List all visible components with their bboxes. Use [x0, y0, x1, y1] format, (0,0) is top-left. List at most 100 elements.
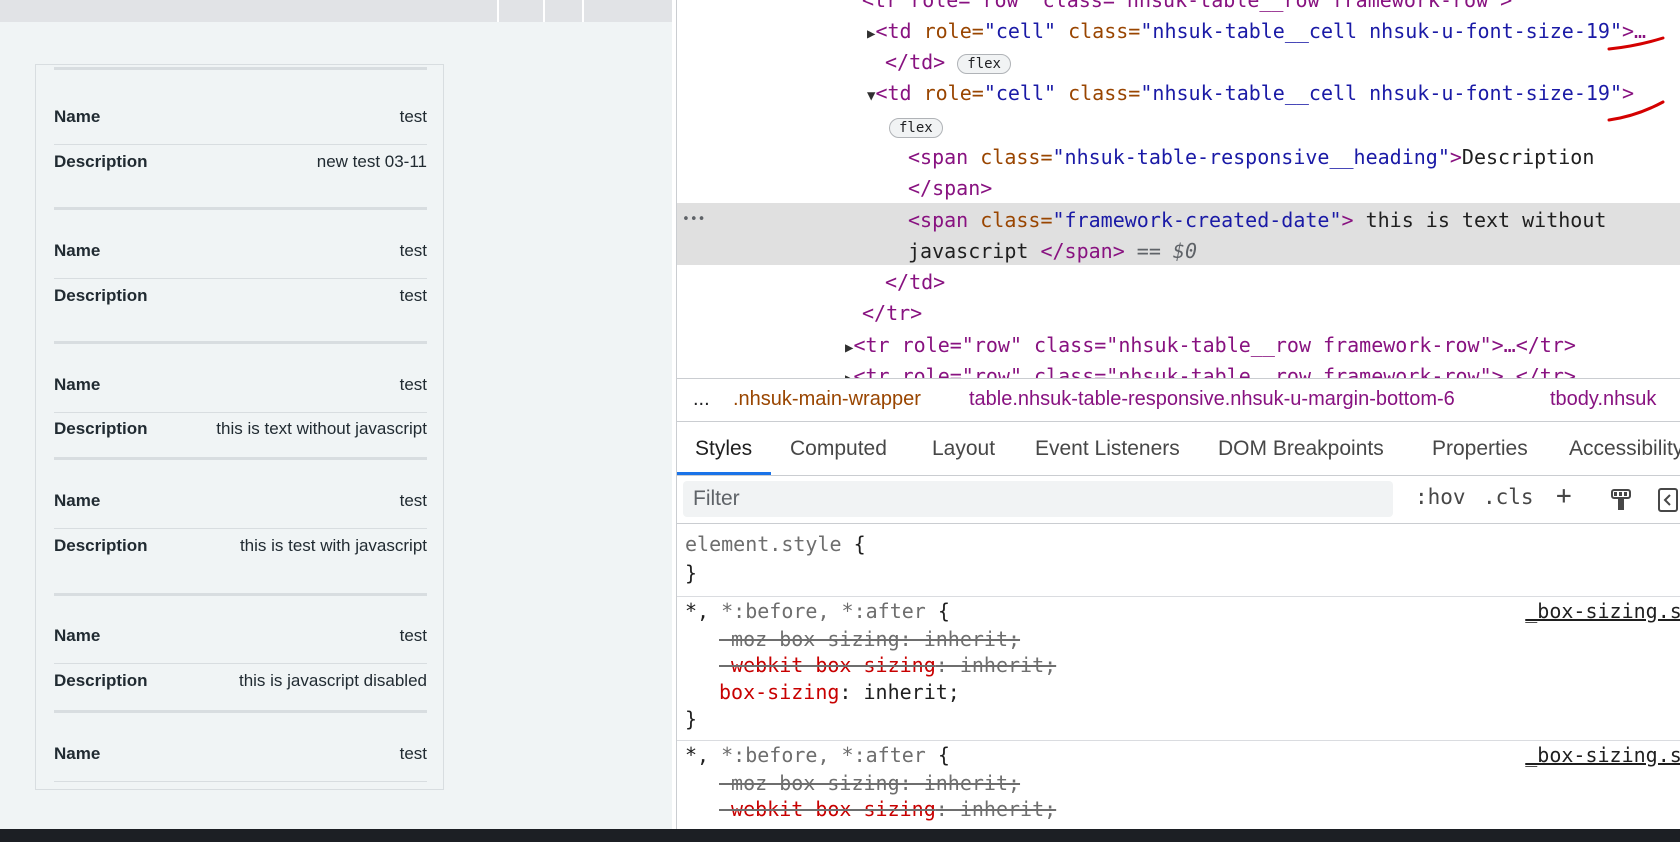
cls-toggle[interactable]: .cls: [1483, 485, 1534, 509]
cell-heading: Name: [54, 744, 101, 763]
dom-node-span-selected-cont[interactable]: javascript </span> == $0: [908, 236, 1197, 266]
breadcrumb-item[interactable]: tbody.nhsuk: [1550, 388, 1656, 411]
cell-divider: [54, 144, 427, 145]
style-declaration[interactable]: box-sizing: inherit;: [719, 679, 960, 706]
divider: [582, 0, 584, 22]
tab-event-listeners[interactable]: Event Listeners: [1035, 437, 1180, 461]
style-declaration[interactable]: -moz-box-sizing: inherit;: [719, 770, 1020, 797]
filter-input[interactable]: [683, 481, 1393, 517]
table-row: Description test: [54, 286, 427, 310]
red-underline-annotation: [1607, 100, 1665, 122]
cell-divider: [54, 278, 427, 279]
cell-heading: Name: [54, 626, 101, 645]
cell-value: new test 03-11: [316, 152, 427, 171]
breadcrumb-more[interactable]: ...: [693, 388, 710, 411]
dom-node-tr-close[interactable]: </tr>: [862, 298, 922, 328]
cell-value: test: [399, 744, 427, 763]
cell-value: this is text without javascript: [216, 419, 427, 438]
table-row: Name test: [54, 744, 427, 768]
tab-properties[interactable]: Properties: [1432, 437, 1528, 461]
cell-divider: [54, 412, 427, 413]
row-separator: [54, 710, 427, 713]
rule-selector[interactable]: element.style {: [685, 531, 866, 558]
dom-node-tr[interactable]: <tr role="row" class="nhsuk-table__row f…: [862, 0, 1512, 15]
red-underline-annotation: [1607, 36, 1665, 51]
dom-node-span-close[interactable]: </span>: [908, 173, 992, 203]
row-separator: [54, 593, 427, 596]
source-link[interactable]: _box-sizing.scss:2: [1525, 742, 1680, 769]
styles-pane-tabs: Styles Computed Layout Event Listeners D…: [677, 422, 1680, 476]
cell-divider: [54, 528, 427, 529]
cell-value: test: [399, 626, 427, 645]
toggle-sidebar-icon[interactable]: [1657, 487, 1679, 513]
breadcrumb: ... .nhsuk-main-wrapper table.nhsuk-tabl…: [677, 378, 1680, 422]
dom-node-td-collapsed[interactable]: ▶<td role="cell" class="nhsuk-table__cel…: [867, 16, 1646, 46]
tab-layout[interactable]: Layout: [932, 437, 995, 461]
devtools-panel: <tr role="row" class="nhsuk-table__row f…: [677, 0, 1680, 829]
cell-heading: Name: [54, 491, 101, 510]
rule-close-brace: }: [685, 561, 698, 585]
tab-dom-breakpoints[interactable]: DOM Breakpoints: [1218, 437, 1384, 461]
styles-rules: element.style { } *, *:before, *:after {…: [677, 524, 1680, 829]
dom-node-td-close[interactable]: </td> flex: [885, 47, 1011, 77]
cell-heading: Description: [54, 671, 148, 690]
style-declaration[interactable]: -moz-box-sizing: inherit;: [719, 626, 1020, 653]
row-separator: [54, 207, 427, 210]
divider: [497, 0, 499, 22]
elements-tree: <tr role="row" class="nhsuk-table__row f…: [677, 0, 1680, 378]
dom-node-td-expanded[interactable]: ▼<td role="cell" class="nhsuk-table__cel…: [867, 78, 1634, 108]
rule-selector[interactable]: *, *:before, *:after {: [685, 742, 950, 769]
style-declaration[interactable]: -webkit-box-sizing: inherit;: [719, 652, 1056, 679]
cell-value: test: [399, 375, 427, 394]
dom-node-tr-collapsed[interactable]: ▶<tr role="row" class="nhsuk-table__row …: [845, 330, 1576, 360]
divider: [543, 0, 545, 22]
rule-selector[interactable]: *, *:before, *:after {: [685, 598, 950, 625]
table-row: Name test: [54, 107, 427, 131]
dom-node-tr-collapsed[interactable]: ▶<tr role="row" class="nhsuk-table__row …: [845, 361, 1576, 378]
row-separator: [54, 341, 427, 344]
cell-divider: [54, 663, 427, 664]
dom-node-td-close[interactable]: </td>: [885, 267, 945, 297]
table-row: Description this is javascript disabled: [54, 671, 427, 695]
more-options-icon[interactable]: •••: [682, 205, 705, 235]
source-link[interactable]: _box-sizing.scss:2: [1525, 598, 1680, 625]
hov-toggle[interactable]: :hov: [1415, 485, 1466, 509]
cell-heading: Description: [54, 419, 148, 438]
breadcrumb-item[interactable]: .nhsuk-main-wrapper: [733, 388, 921, 411]
cell-value: test: [399, 286, 427, 305]
flex-badge[interactable]: flex: [889, 117, 943, 138]
style-rule-box-sizing: *, *:before, *:after { _box-sizing.scss:…: [677, 740, 1680, 829]
cell-value: this is test with javascript: [239, 536, 427, 555]
style-rule-box-sizing: *, *:before, *:after { _box-sizing.scss:…: [677, 596, 1680, 741]
flex-badge[interactable]: flex: [957, 53, 1011, 74]
style-declaration[interactable]: -webkit-box-sizing: inherit;: [719, 796, 1056, 823]
cell-heading: Description: [54, 286, 148, 305]
cell-value: this is javascript disabled: [238, 671, 427, 690]
paint-brush-icon[interactable]: [1609, 487, 1633, 513]
rule-close-brace: }: [685, 707, 698, 731]
cell-heading: Name: [54, 241, 101, 260]
dom-node-span-selected[interactable]: <span class="framework-created-date"> th…: [908, 205, 1606, 235]
table-row: Description new test 03-11: [54, 152, 427, 176]
breadcrumb-item[interactable]: table.nhsuk-table-responsive.nhsuk-u-mar…: [969, 388, 1455, 411]
cell-heading: Description: [54, 536, 148, 555]
cell-value: test: [399, 107, 427, 126]
tab-accessibility[interactable]: Accessibility: [1569, 437, 1680, 461]
table-row: Name test: [54, 375, 427, 399]
flex-badge-row: flex: [889, 111, 943, 141]
web-page-viewport: Name test Description new test 03-11 Nam…: [0, 0, 672, 829]
table-row: Description this is test with javascript: [54, 536, 427, 560]
new-rule-button[interactable]: +: [1556, 481, 1572, 511]
style-rule-element: element.style { }: [677, 524, 1680, 597]
cell-value: test: [399, 241, 427, 260]
page-top-strip: [0, 0, 672, 22]
table-row: Description this is text without javascr…: [54, 419, 427, 443]
cell-heading: Name: [54, 375, 101, 394]
tab-styles[interactable]: Styles: [695, 437, 752, 461]
row-separator: [54, 457, 427, 460]
table-row: Name test: [54, 241, 427, 265]
dom-node-span-heading[interactable]: <span class="nhsuk-table-responsive__hea…: [908, 142, 1594, 172]
table-row: Name test: [54, 626, 427, 650]
tab-computed[interactable]: Computed: [790, 437, 887, 461]
cell-divider: [54, 781, 427, 782]
